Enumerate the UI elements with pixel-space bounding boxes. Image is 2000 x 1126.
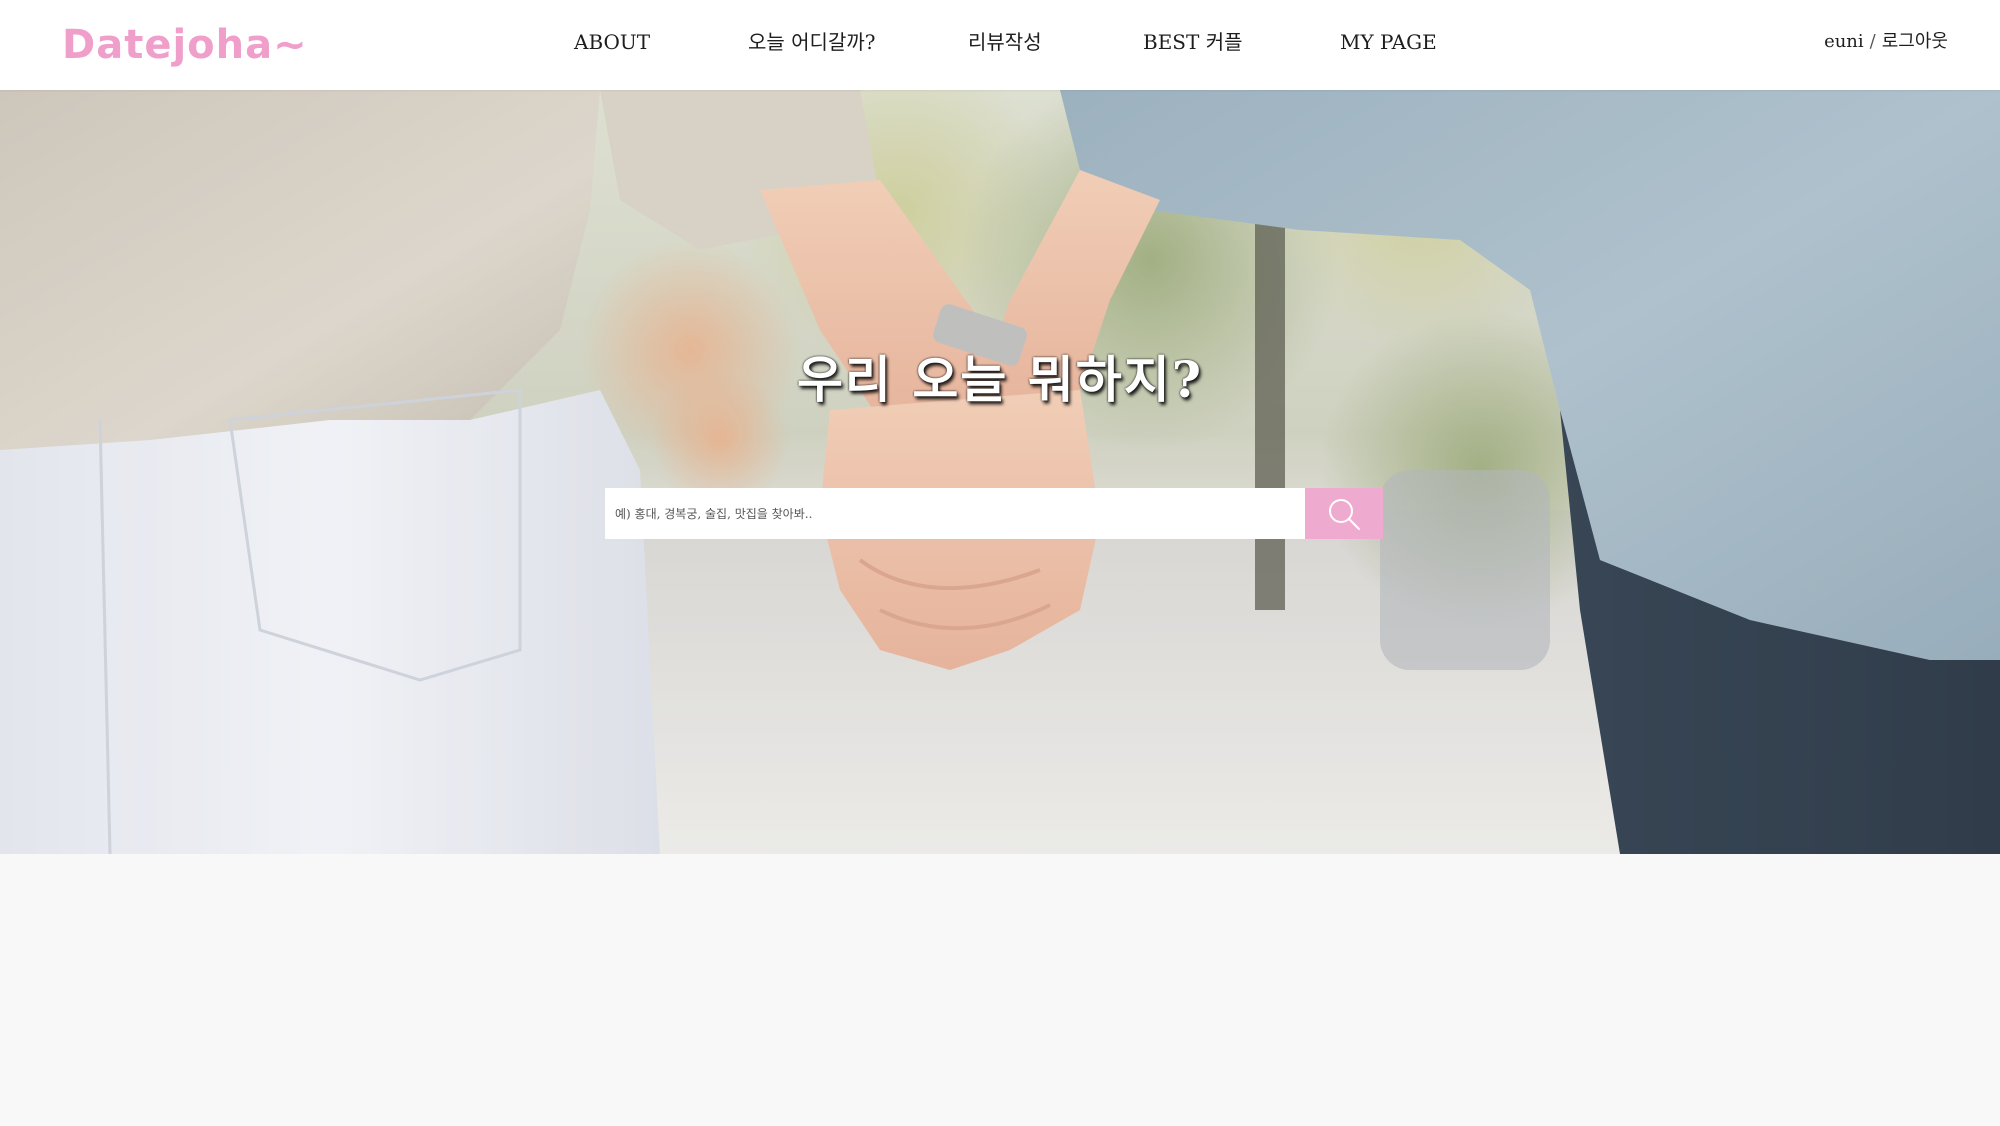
user-area: euni / 로그아웃 <box>1824 24 1948 60</box>
hero-background-photo <box>0 90 2000 854</box>
site-header: Datejoha~ ABOUT 오늘 어디갈까? 리뷰작성 BEST 커플 MY… <box>0 0 2000 90</box>
hero-title: 우리 오늘 뭐하지? <box>796 350 1204 409</box>
search-button[interactable] <box>1305 488 1383 539</box>
search-bar <box>605 488 1383 539</box>
site-logo[interactable]: Datejoha~ <box>62 20 308 70</box>
nav-item-where-to-go[interactable]: 오늘 어디갈까? <box>748 22 875 62</box>
search-icon <box>1327 497 1361 531</box>
search-input[interactable] <box>605 488 1305 539</box>
hero-banner: 우리 오늘 뭐하지? <box>0 90 2000 854</box>
user-name: euni <box>1824 31 1864 52</box>
logout-link[interactable]: 로그아웃 <box>1882 31 1948 52</box>
nav-item-my-page[interactable]: MY PAGE <box>1340 22 1437 62</box>
nav-item-write-review[interactable]: 리뷰작성 <box>968 22 1042 62</box>
user-separator: / <box>1869 31 1876 52</box>
nav-item-best-couple[interactable]: BEST 커플 <box>1143 22 1243 62</box>
nav-item-about[interactable]: ABOUT <box>574 22 650 62</box>
